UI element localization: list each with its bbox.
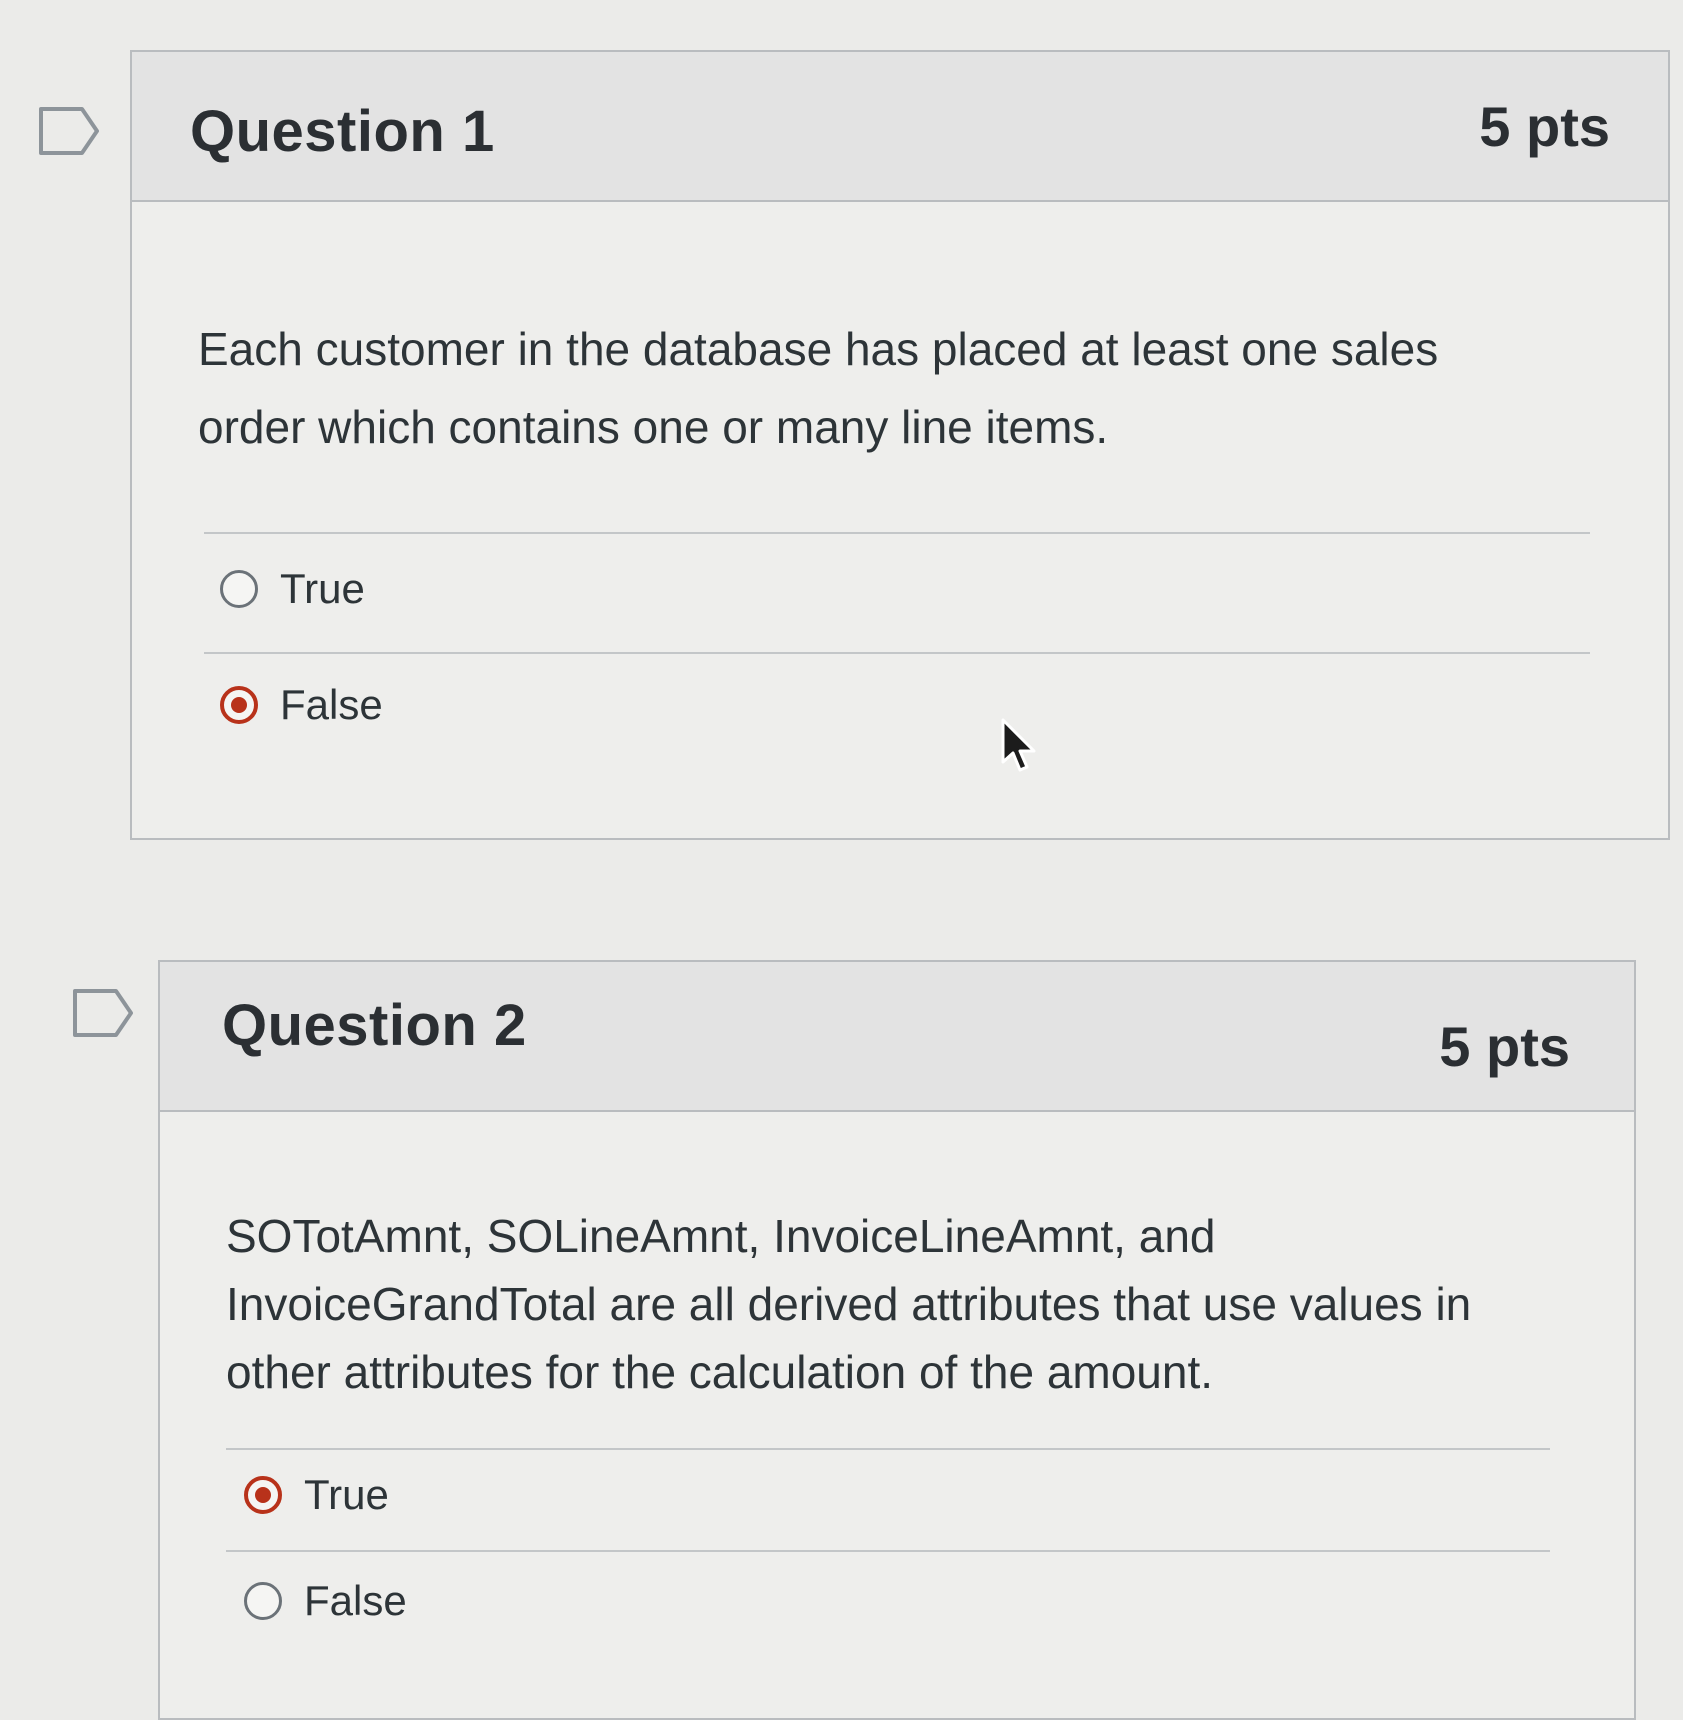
- answer-false[interactable]: False: [220, 670, 383, 740]
- answer-false[interactable]: False: [244, 1566, 407, 1636]
- mouse-pointer-icon: [1000, 718, 1040, 778]
- question-text-line: SOTotAmnt, SOLineAmnt, InvoiceLineAmnt, …: [226, 1210, 1216, 1262]
- question-text: SOTotAmnt, SOLineAmnt, InvoiceLineAmnt, …: [226, 1202, 1596, 1406]
- answer-true[interactable]: True: [220, 554, 365, 624]
- answer-label: False: [304, 1577, 407, 1624]
- answer-label: False: [280, 681, 383, 728]
- question-title: Question 2: [222, 993, 527, 1058]
- answer-divider: [204, 532, 1590, 534]
- question-1: Question 1 5 pts Each customer in the da…: [130, 50, 1670, 840]
- question-text-line: Each customer in the database has placed…: [198, 323, 1439, 375]
- radio-unselected-icon[interactable]: [220, 570, 258, 608]
- flag-question-icon[interactable]: [72, 988, 162, 1044]
- radio-unselected-icon[interactable]: [244, 1582, 282, 1620]
- flag-question-icon[interactable]: [38, 106, 128, 162]
- radio-selected-icon[interactable]: [244, 1476, 282, 1514]
- answer-divider: [226, 1550, 1550, 1552]
- answer-label: True: [280, 565, 365, 612]
- question-text-line: other attributes for the calculation of …: [226, 1346, 1214, 1398]
- answer-true[interactable]: True: [244, 1460, 389, 1530]
- question-text: Each customer in the database has placed…: [198, 310, 1598, 466]
- question-text-line: order which contains one or many line it…: [198, 401, 1109, 453]
- question-points: 5 pts: [1439, 1015, 1570, 1078]
- question-2: Question 2 5 pts SOTotAmnt, SOLineAmnt, …: [158, 960, 1636, 1720]
- answer-divider: [226, 1448, 1550, 1450]
- answer-label: True: [304, 1471, 389, 1518]
- question-header: Question 1 5 pts: [132, 52, 1668, 202]
- question-title: Question 1: [190, 99, 495, 164]
- answer-divider: [204, 652, 1590, 654]
- question-header: Question 2 5 pts: [160, 962, 1634, 1112]
- question-points: 5 pts: [1479, 95, 1610, 158]
- radio-selected-icon[interactable]: [220, 686, 258, 724]
- question-text-line: InvoiceGrandTotal are all derived attrib…: [226, 1278, 1472, 1330]
